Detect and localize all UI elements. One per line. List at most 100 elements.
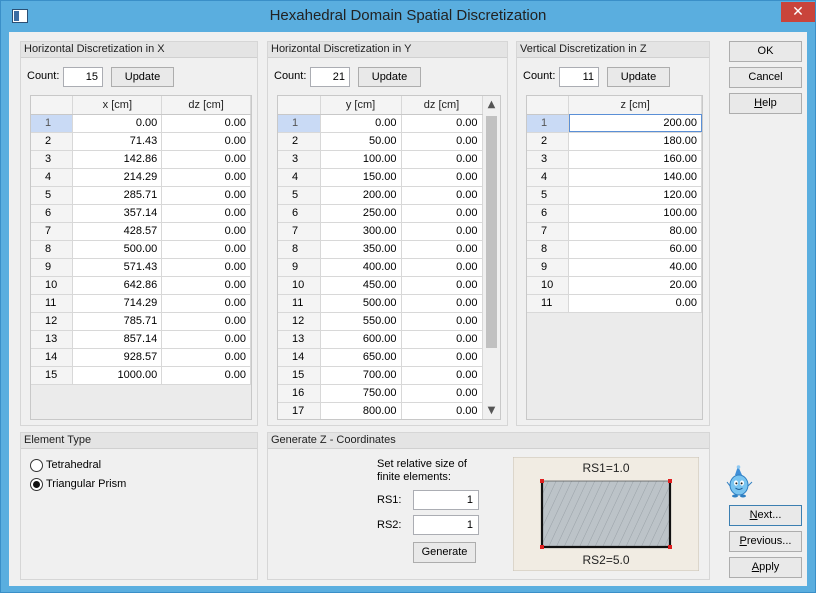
table-cell[interactable]: 50.00	[320, 132, 402, 151]
row-number[interactable]: 15	[31, 366, 74, 385]
row-number[interactable]: 8	[527, 240, 570, 259]
apply-button[interactable]: Apply	[729, 557, 802, 578]
table-row[interactable]: 8 60.00	[527, 240, 702, 259]
table-row[interactable]: 4 150.00 0.00	[278, 168, 483, 187]
table-cell[interactable]: 0.00	[401, 132, 483, 151]
row-number[interactable]: 3	[31, 150, 74, 169]
table-cell[interactable]: 0.00	[72, 114, 163, 133]
previous-button[interactable]: Previous...	[729, 531, 802, 552]
table-row[interactable]: 2 71.43 0.00	[31, 132, 251, 151]
column-header[interactable]: dz [cm]	[401, 96, 483, 115]
rs1-input[interactable]: 1	[413, 490, 479, 510]
table-row[interactable]: 5 200.00 0.00	[278, 186, 483, 205]
table-row[interactable]: 10 450.00 0.00	[278, 276, 483, 295]
y-grid-scrollbar[interactable]: ▲ ▼	[483, 96, 500, 419]
row-number[interactable]: 8	[278, 240, 321, 259]
radio-triangular-prism-circle[interactable]	[30, 478, 43, 491]
table-cell[interactable]: 71.43	[72, 132, 163, 151]
table-cell[interactable]: 0.00	[161, 312, 251, 331]
table-row[interactable]: 6 357.14 0.00	[31, 204, 251, 223]
table-cell[interactable]: 160.00	[568, 150, 702, 169]
table-cell[interactable]: 571.43	[72, 258, 163, 277]
table-row[interactable]: 15 1000.00 0.00	[31, 366, 251, 385]
table-cell[interactable]: 0.00	[320, 114, 402, 133]
table-row[interactable]: 1 200.00	[527, 114, 702, 133]
row-number[interactable]: 7	[527, 222, 570, 241]
table-cell[interactable]: 0.00	[161, 186, 251, 205]
table-cell[interactable]: 785.71	[72, 312, 163, 331]
table-cell[interactable]: 200.00	[568, 114, 702, 133]
row-header-corner[interactable]	[31, 96, 74, 115]
table-cell[interactable]: 0.00	[401, 330, 483, 349]
table-cell[interactable]: 120.00	[568, 186, 702, 205]
table-cell[interactable]: 714.29	[72, 294, 163, 313]
table-cell[interactable]: 80.00	[568, 222, 702, 241]
y-update-button[interactable]: Update	[358, 67, 421, 87]
table-cell[interactable]: 0.00	[401, 168, 483, 187]
table-row[interactable]: 1 0.00 0.00	[278, 114, 483, 133]
row-number[interactable]: 2	[31, 132, 74, 151]
table-cell[interactable]: 450.00	[320, 276, 402, 295]
table-row[interactable]: 10 20.00	[527, 276, 702, 295]
table-cell[interactable]: 0.00	[401, 114, 483, 133]
table-cell[interactable]: 0.00	[161, 168, 251, 187]
table-cell[interactable]: 0.00	[161, 294, 251, 313]
column-header[interactable]: x [cm]	[72, 96, 163, 115]
column-header[interactable]: dz [cm]	[161, 96, 251, 115]
row-number[interactable]: 4	[31, 168, 74, 187]
row-number[interactable]: 10	[31, 276, 74, 295]
row-number[interactable]: 5	[527, 186, 570, 205]
table-row[interactable]: 11 0.00	[527, 294, 702, 313]
close-button[interactable]: ✕	[781, 2, 815, 22]
table-cell[interactable]: 0.00	[401, 150, 483, 169]
row-number[interactable]: 11	[278, 294, 321, 313]
generate-button[interactable]: Generate	[413, 542, 476, 563]
row-number[interactable]: 4	[278, 168, 321, 187]
table-row[interactable]: 6 100.00	[527, 204, 702, 223]
z-grid[interactable]: z [cm] 1 200.00 2 180.00 3 160.00 4 140.00 5 120.…	[526, 95, 703, 420]
row-number[interactable]: 1	[527, 114, 570, 133]
table-cell[interactable]: 142.86	[72, 150, 163, 169]
table-cell[interactable]: 0.00	[401, 222, 483, 241]
table-row[interactable]: 12 785.71 0.00	[31, 312, 251, 331]
row-number[interactable]: 9	[278, 258, 321, 277]
table-row[interactable]: 3 100.00 0.00	[278, 150, 483, 169]
row-number[interactable]: 7	[278, 222, 321, 241]
row-number[interactable]: 6	[278, 204, 321, 223]
table-cell[interactable]: 180.00	[568, 132, 702, 151]
title-bar[interactable]: Hexahedral Domain Spatial Discretization…	[1, 1, 815, 32]
table-cell[interactable]: 200.00	[320, 186, 402, 205]
row-number[interactable]: 10	[278, 276, 321, 295]
table-cell[interactable]: 140.00	[568, 168, 702, 187]
x-grid[interactable]: x [cm] dz [cm] 1 0.00 0.00 2 71.43 0.00 3 142.86…	[30, 95, 252, 420]
scroll-thumb[interactable]	[486, 116, 497, 348]
row-number[interactable]: 1	[31, 114, 74, 133]
row-number[interactable]: 5	[31, 186, 74, 205]
row-number[interactable]: 11	[31, 294, 74, 313]
z-count-input[interactable]: 11	[559, 67, 599, 87]
table-cell[interactable]: 500.00	[72, 240, 163, 259]
table-cell[interactable]: 642.86	[72, 276, 163, 295]
table-cell[interactable]: 0.00	[161, 150, 251, 169]
row-number[interactable]: 10	[527, 276, 570, 295]
table-row[interactable]: 4 214.29 0.00	[31, 168, 251, 187]
next-button[interactable]: Next...	[729, 505, 802, 526]
table-row[interactable]: 13 600.00 0.00	[278, 330, 483, 349]
table-cell[interactable]: 20.00	[568, 276, 702, 295]
row-number[interactable]: 17	[278, 402, 321, 419]
table-row[interactable]: 2 50.00 0.00	[278, 132, 483, 151]
row-number[interactable]: 8	[31, 240, 74, 259]
row-number[interactable]: 12	[278, 312, 321, 331]
table-cell[interactable]: 0.00	[161, 240, 251, 259]
table-row[interactable]: 9 571.43 0.00	[31, 258, 251, 277]
row-number[interactable]: 4	[527, 168, 570, 187]
table-cell[interactable]: 0.00	[161, 204, 251, 223]
row-number[interactable]: 3	[278, 150, 321, 169]
table-row[interactable]: 7 80.00	[527, 222, 702, 241]
table-cell[interactable]: 100.00	[568, 204, 702, 223]
table-cell[interactable]: 0.00	[568, 294, 702, 313]
radio-tetrahedral-circle[interactable]	[30, 459, 43, 472]
table-cell[interactable]: 0.00	[161, 222, 251, 241]
row-header-corner[interactable]	[527, 96, 570, 115]
table-cell[interactable]: 350.00	[320, 240, 402, 259]
